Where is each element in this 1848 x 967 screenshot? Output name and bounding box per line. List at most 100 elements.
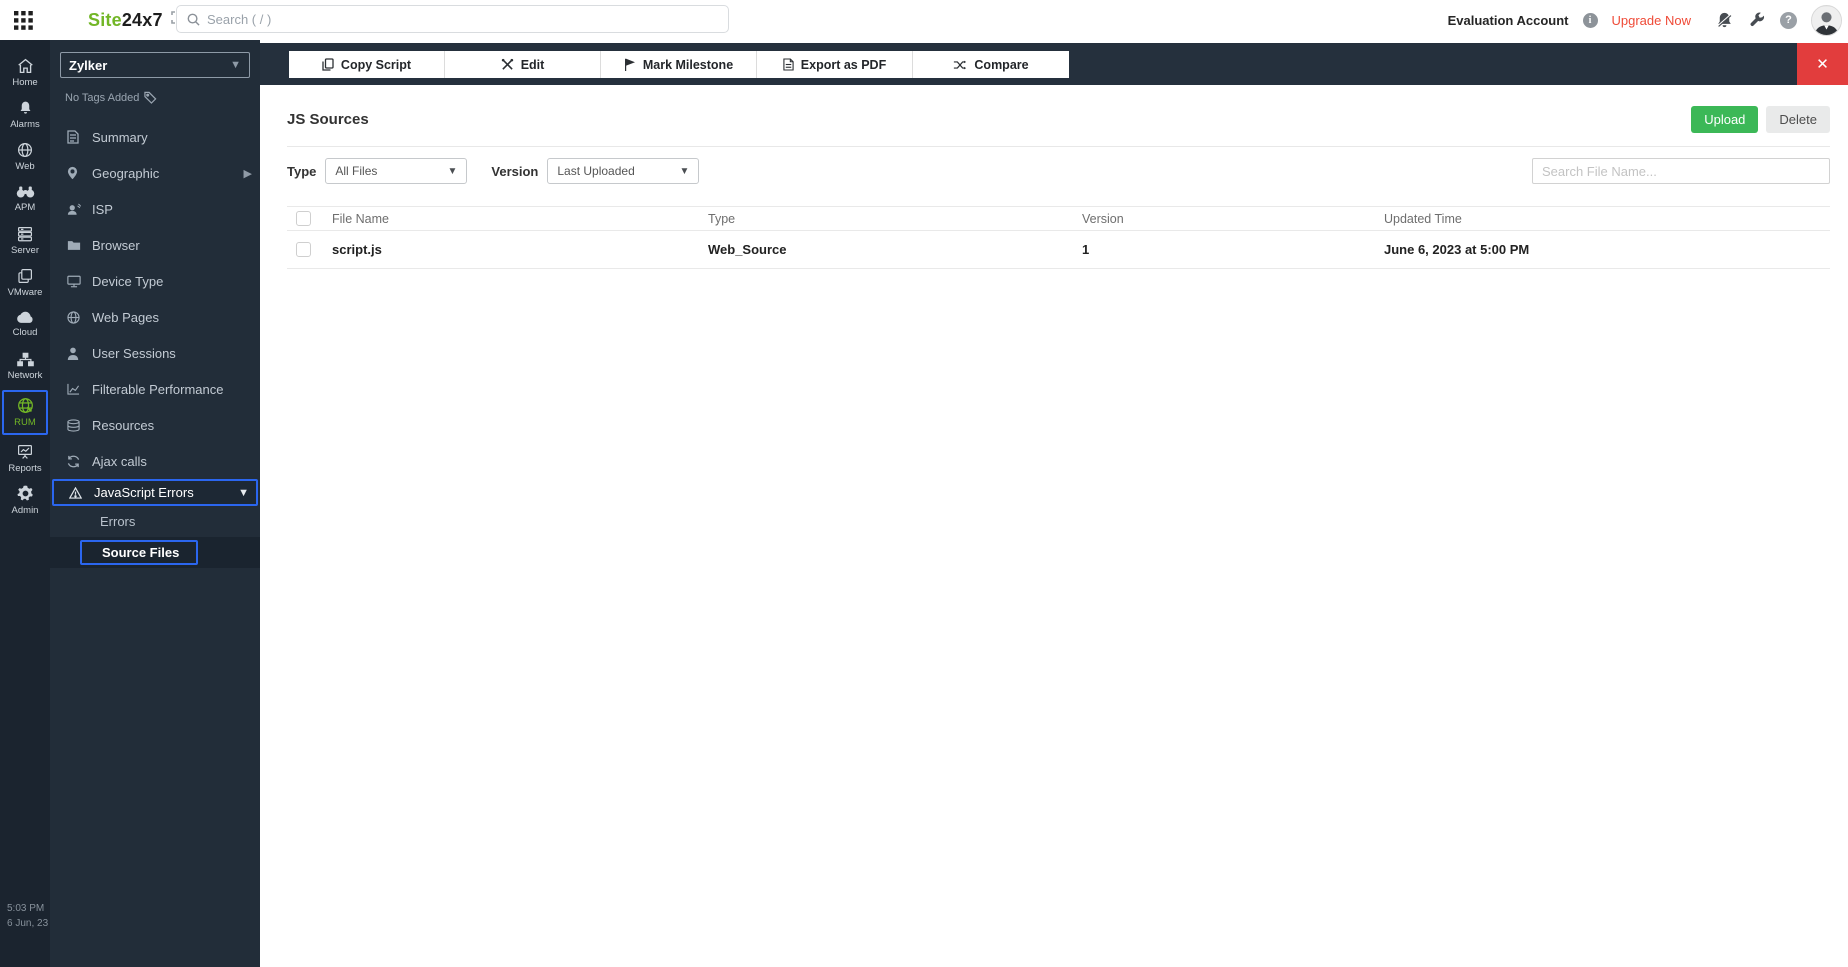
close-monitor-button[interactable]: ✕ <box>1797 43 1848 85</box>
header-divider <box>287 146 1830 147</box>
notifications-bell-icon[interactable] <box>1715 11 1734 30</box>
rail-item-home[interactable]: Home <box>2 52 48 93</box>
sidebar-item-device-type[interactable]: Device Type <box>50 263 260 299</box>
account-type-label: Evaluation Account <box>1447 12 1569 28</box>
rail-item-cloud[interactable]: Cloud <box>2 304 48 345</box>
cloud-icon <box>17 311 33 323</box>
cell-type: Web_Source <box>708 242 787 257</box>
column-header-updated-time: Updated Time <box>1384 211 1462 226</box>
rail-item-apm[interactable]: APM <box>2 178 48 219</box>
apps-grid-icon[interactable] <box>0 10 46 30</box>
rail-item-vmware[interactable]: VMware <box>2 262 48 303</box>
bell-icon <box>20 101 30 114</box>
rail-item-admin[interactable]: Admin <box>2 480 48 521</box>
compare-button[interactable]: Compare <box>913 51 1069 78</box>
mark-milestone-button[interactable]: Mark Milestone <box>601 51 757 78</box>
chevron-down-icon: ▼ <box>679 165 690 177</box>
toolbar-button-label: Export as PDF <box>800 57 887 72</box>
copy-icon <box>322 58 334 71</box>
sidebar-item-label: Device Type <box>92 273 164 289</box>
edit-tools-icon <box>501 58 513 70</box>
content-area: Copy Script Edit Mark Milestone Export a… <box>260 40 1848 967</box>
sidebar-item-summary[interactable]: Summary <box>50 119 260 155</box>
monitor-icon <box>67 275 82 288</box>
user-icon <box>67 347 82 360</box>
sidebar-item-label: Web Pages <box>92 309 159 325</box>
tag-icon <box>144 91 157 104</box>
sidebar-subitem-label: Errors <box>100 514 136 529</box>
sidebar-item-javascript-errors[interactable]: JavaScript Errors ▼ <box>52 479 258 506</box>
sidebar-subitem-errors[interactable]: Errors <box>50 506 260 537</box>
tags-row[interactable]: No Tags Added <box>65 91 260 104</box>
monitor-selector-dropdown[interactable]: Zylker ▼ <box>60 52 250 78</box>
folder-icon <box>67 239 82 251</box>
sidebar-item-ajax-calls[interactable]: Ajax calls <box>50 443 260 479</box>
rail-item-label: Reports <box>8 462 42 474</box>
column-header-file-name: File Name <box>332 211 389 226</box>
tools-wrench-icon[interactable] <box>1748 11 1766 29</box>
export-pdf-button[interactable]: Export as PDF <box>757 51 913 78</box>
rail-item-web[interactable]: Web <box>2 136 48 177</box>
sidebar-subitem-source-files[interactable]: Source Files <box>50 537 260 568</box>
version-filter-dropdown[interactable]: Last Uploaded ▼ <box>547 158 700 184</box>
chevron-down-icon: ▼ <box>447 165 458 177</box>
site24x7-logo[interactable]: Site 24x7 <box>88 10 163 31</box>
home-icon <box>17 58 33 73</box>
type-filter-value: All Files <box>335 164 378 178</box>
sidebar-item-label: Geographic <box>92 165 160 181</box>
rail-item-alarms[interactable]: Alarms <box>2 94 48 135</box>
page-header: JS Sources Upload Delete <box>287 106 1830 133</box>
sidebar-item-web-pages[interactable]: Web Pages <box>50 299 260 335</box>
refresh-arrows-icon <box>67 455 82 468</box>
isp-icon <box>67 203 82 216</box>
copy-script-button[interactable]: Copy Script <box>289 51 445 78</box>
footer-date: 6 Jun, 23 <box>7 918 49 929</box>
user-avatar[interactable] <box>1811 4 1842 36</box>
module-rail: Home Alarms Web APM Server VMware Cloud <box>0 40 50 967</box>
sidebar-item-geographic[interactable]: Geographic ▶ <box>50 155 260 191</box>
version-filter-value: Last Uploaded <box>557 164 635 178</box>
stack-icon <box>67 418 82 432</box>
help-icon[interactable]: ? <box>1780 11 1797 29</box>
toolbar-button-label: Copy Script <box>340 57 412 72</box>
global-search-input[interactable] <box>207 11 687 27</box>
info-icon[interactable]: i <box>1582 12 1598 28</box>
rail-item-rum[interactable]: RUM <box>2 390 48 435</box>
sources-table: File Name Type Version Updated Time scri… <box>287 206 1830 269</box>
rail-item-network[interactable]: Network <box>2 346 48 387</box>
row-checkbox[interactable] <box>296 242 311 257</box>
rail-footer-clock: 5:03 PM 6 Jun, 23 <box>7 901 48 931</box>
chevron-down-icon: ▼ <box>230 59 241 71</box>
sidebar-item-browser[interactable]: Browser <box>50 227 260 263</box>
rail-item-server[interactable]: Server <box>2 220 48 261</box>
footer-time: 5:03 PM <box>7 903 45 914</box>
toolbar-button-label: Compare <box>974 57 1029 72</box>
compare-shuffle-icon <box>954 60 967 69</box>
topbar-right-cluster: Evaluation Account i Upgrade Now ? <box>1448 0 1842 40</box>
sidebar-item-resources[interactable]: Resources <box>50 407 260 443</box>
type-filter-dropdown[interactable]: All Files ▼ <box>325 158 468 184</box>
upgrade-now-link[interactable]: Upgrade Now <box>1612 13 1692 28</box>
file-name-search-input[interactable] <box>1532 158 1830 184</box>
upload-button[interactable]: Upload <box>1691 106 1759 133</box>
table-row[interactable]: script.js Web_Source 1 June 6, 2023 at 5… <box>287 231 1830 269</box>
sidebar-item-label: Summary <box>92 129 148 145</box>
filter-row: Type All Files ▼ Version Last Uploaded ▼ <box>287 158 1830 184</box>
rail-item-reports[interactable]: Reports <box>2 438 48 479</box>
sidebar-item-label: Filterable Performance <box>92 381 224 397</box>
search-icon <box>187 13 200 26</box>
select-all-checkbox[interactable] <box>296 211 311 226</box>
delete-button[interactable]: Delete <box>1766 106 1830 133</box>
column-header-version: Version <box>1082 211 1124 226</box>
version-filter-label: Version <box>491 163 539 179</box>
top-bar: Site24x7 Evaluation Account i Upgrade No… <box>0 0 1848 40</box>
sidebar-item-user-sessions[interactable]: User Sessions <box>50 335 260 371</box>
edit-button[interactable]: Edit <box>445 51 601 78</box>
page-title: JS Sources <box>287 111 369 128</box>
sidebar-item-isp[interactable]: ISP <box>50 191 260 227</box>
toolbar-button-label: Mark Milestone <box>642 57 734 72</box>
rail-item-label: Cloud <box>12 327 38 338</box>
toolbar-button-label: Edit <box>520 57 545 72</box>
warning-triangle-icon <box>69 486 84 499</box>
sidebar-item-filterable-performance[interactable]: Filterable Performance <box>50 371 260 407</box>
